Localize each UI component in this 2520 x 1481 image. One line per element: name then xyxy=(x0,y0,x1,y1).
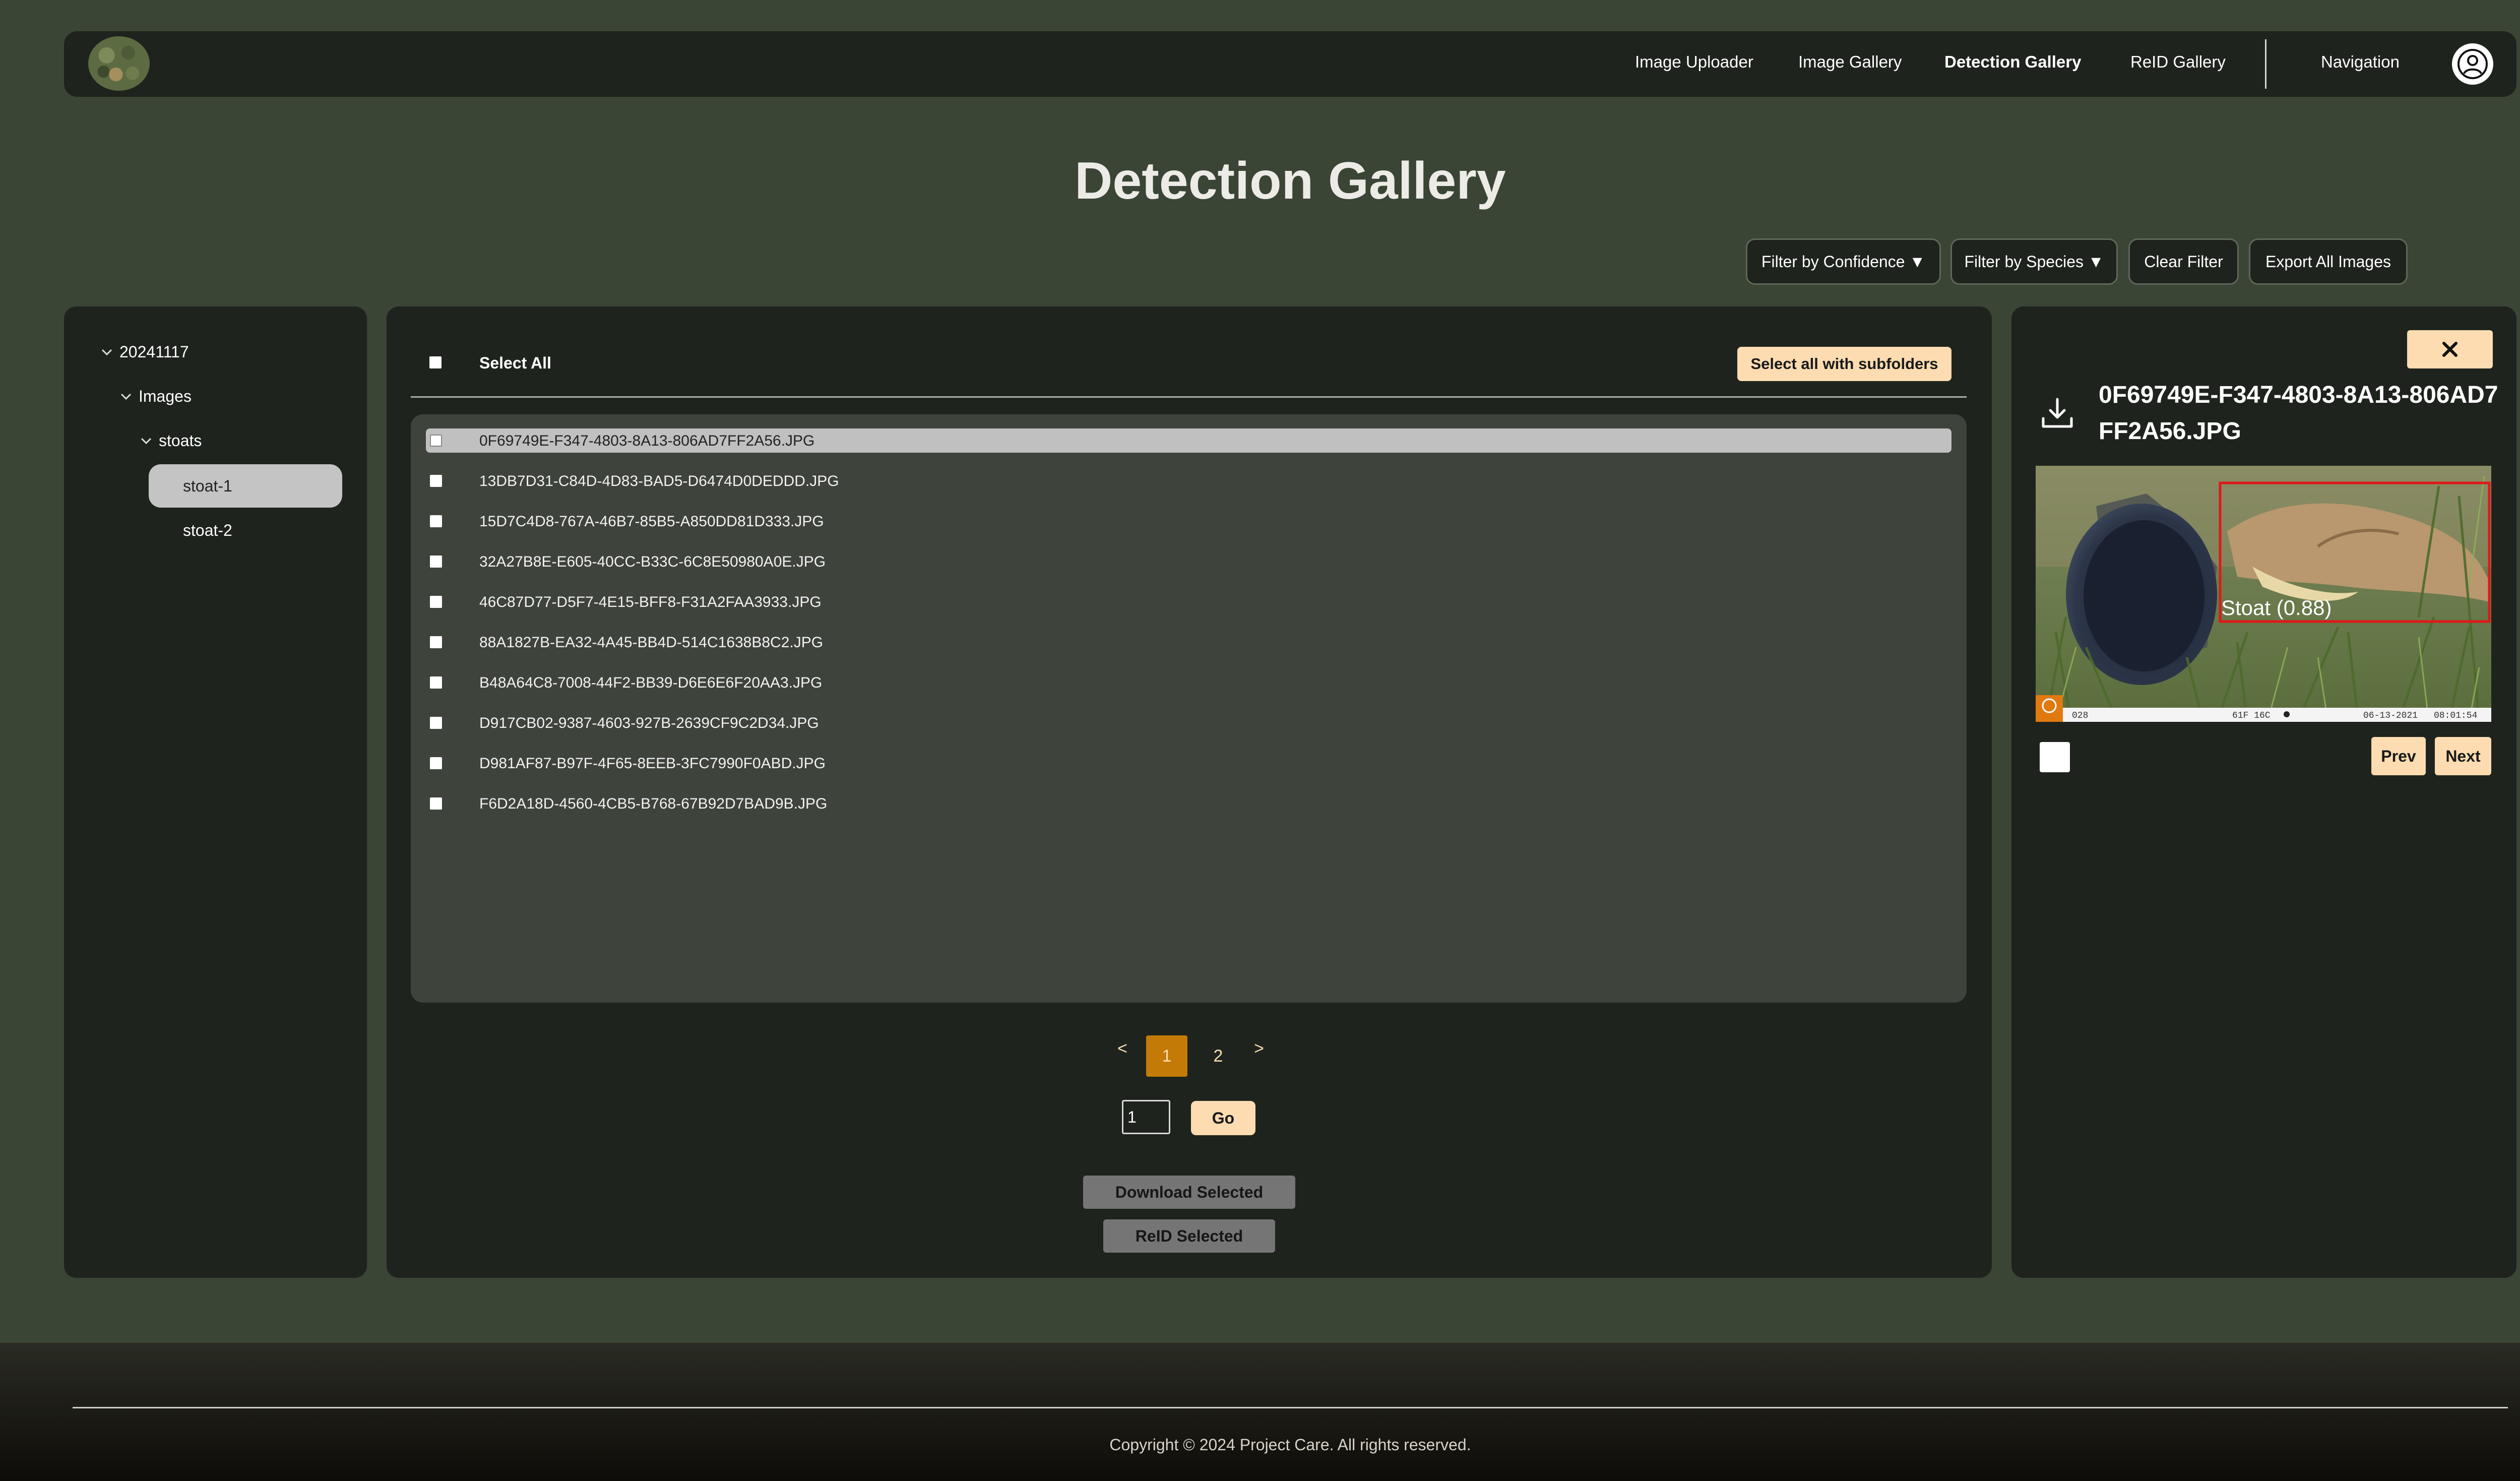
file-checkbox[interactable] xyxy=(430,676,442,689)
file-checkbox[interactable] xyxy=(430,515,442,527)
clear-filter-button[interactable]: Clear Filter xyxy=(2128,238,2239,285)
page-title: Detection Gallery xyxy=(1075,152,1506,210)
top-navbar: Image Uploader Image Gallery Detection G… xyxy=(64,31,2516,97)
image-select-checkbox[interactable] xyxy=(2040,742,2070,772)
detection-label: Stoat (0.88) xyxy=(2221,596,2332,620)
file-name: 0F69749E-F347-4803-8A13-806AD7FF2A56.JPG xyxy=(479,433,815,449)
next-button[interactable]: Next xyxy=(2435,737,2491,775)
tree-node-root[interactable]: 20241117 xyxy=(99,343,189,361)
file-name: 13DB7D31-C84D-4D83-BAD5-D6474D0DEDDD.JPG xyxy=(479,473,839,489)
detail-filename: 0F69749E-F347-4803-8A13-806AD7FF2A56.JPG xyxy=(2099,382,2498,445)
filter-confidence-button[interactable]: Filter by Confidence ▼ xyxy=(1746,238,1941,285)
nav-divider xyxy=(2265,39,2266,89)
tree-node-label: Images xyxy=(139,387,192,405)
file-checkbox[interactable] xyxy=(430,717,442,729)
list-item[interactable]: 15D7C4D8-767A-46B7-85B5-A850DD81D333.JPG xyxy=(426,509,1951,533)
pager-page-1[interactable]: 1 xyxy=(1146,1035,1187,1077)
nav-links: Image Uploader Image Gallery Detection G… xyxy=(64,31,2516,97)
list-item[interactable]: 32A27B8E-E605-40CC-B33C-6C8E50980A0E.JPG xyxy=(426,549,1951,574)
page-number-input[interactable] xyxy=(1122,1100,1170,1134)
list-item[interactable]: 46C87D77-D5F7-4E15-BFF8-F31A2FAA3933.JPG xyxy=(426,590,1951,614)
nav-image-gallery[interactable]: Image Gallery xyxy=(1798,52,1902,72)
file-name: 15D7C4D8-767A-46B7-85B5-A850DD81D333.JPG xyxy=(479,513,824,530)
detection-image[interactable]: Stoat (0.88) 028 61F 16C 06-13-2021 08:0… xyxy=(2036,466,2491,722)
nav-image-uploader[interactable]: Image Uploader xyxy=(1635,52,1753,72)
file-list: 0F69749E-F347-4803-8A13-806AD7FF2A56.JPG… xyxy=(411,414,1967,1003)
footer: Copyright © 2024 Project Care. All right… xyxy=(0,1343,2520,1481)
file-name: D981AF87-B97F-4F65-8EEB-3FC7990F0ABD.JPG xyxy=(479,755,826,772)
copyright-text: Copyright © 2024 Project Care. All right… xyxy=(1109,1436,1471,1454)
tree-node-label: 20241117 xyxy=(119,343,189,361)
tree-node-images[interactable]: Images xyxy=(118,387,192,406)
folder-tree: 20241117 Images stoats stoat-1 stoat-2 xyxy=(64,306,367,1278)
list-item[interactable]: 0F69749E-F347-4803-8A13-806AD7FF2A56.JPG xyxy=(426,428,1951,453)
chevron-down-icon xyxy=(141,438,152,444)
file-checkbox[interactable] xyxy=(430,797,442,810)
select-all-checkbox[interactable] xyxy=(429,356,442,368)
filter-species-button[interactable]: Filter by Species ▼ xyxy=(1950,238,2118,285)
pager-next-button[interactable]: > xyxy=(1249,1033,1269,1064)
camera-time: 08:01:54 xyxy=(2434,711,2477,721)
file-checkbox[interactable] xyxy=(430,596,442,608)
file-name: B48A64C8-7008-44F2-BB39-D6E6E6F20AA3.JPG xyxy=(479,674,823,691)
camera-temp: 61F 16C xyxy=(2232,711,2271,721)
user-icon[interactable] xyxy=(2452,43,2493,85)
camera-id: 028 xyxy=(2072,711,2088,721)
tree-node-stoats[interactable]: stoats xyxy=(139,431,202,450)
pager-page-2[interactable]: 2 xyxy=(1203,1035,1233,1077)
nav-reid-gallery[interactable]: ReID Gallery xyxy=(2130,52,2226,72)
tree-leaf-stoat-1[interactable]: stoat-1 xyxy=(149,464,342,508)
file-checkbox[interactable] xyxy=(430,435,442,447)
tree-leaf-stoat-2[interactable]: stoat-2 xyxy=(149,509,342,552)
nav-navigation[interactable]: Navigation xyxy=(2321,52,2400,72)
image-detail-panel: 0F69749E-F347-4803-8A13-806AD7FF2A56.JPG xyxy=(2011,306,2516,1278)
file-name: 88A1827B-EA32-4A45-BB4D-514C1638B8C2.JPG xyxy=(479,634,824,651)
detection-photo: Stoat (0.88) 028 61F 16C 06-13-2021 08:0… xyxy=(2036,466,2491,722)
file-checkbox[interactable] xyxy=(430,636,442,648)
list-item[interactable]: 13DB7D31-C84D-4D83-BAD5-D6474D0DEDDD.JPG xyxy=(426,469,1951,493)
download-icon[interactable] xyxy=(2039,395,2075,431)
list-item[interactable]: D917CB02-9387-4603-927B-2639CF9C2D34.JPG xyxy=(426,711,1951,735)
chevron-down-icon xyxy=(120,393,132,400)
footer-divider xyxy=(73,1407,2508,1408)
select-subfolders-button[interactable]: Select all with subfolders xyxy=(1737,347,1951,381)
file-name: F6D2A18D-4560-4CB5-B768-67B92D7BAD9B.JPG xyxy=(479,795,828,812)
select-all-label: Select All xyxy=(479,354,551,372)
camera-date: 06-13-2021 xyxy=(2363,711,2418,721)
export-all-button[interactable]: Export All Images xyxy=(2249,238,2408,285)
download-selected-button[interactable]: Download Selected xyxy=(1083,1176,1295,1209)
file-name: D917CB02-9387-4603-927B-2639CF9C2D34.JPG xyxy=(479,715,819,731)
list-item[interactable]: D981AF87-B97F-4F65-8EEB-3FC7990F0ABD.JPG xyxy=(426,751,1951,775)
file-name: 46C87D77-D5F7-4E15-BFF8-F31A2FAA3933.JPG xyxy=(479,594,822,610)
close-icon xyxy=(2442,342,2458,357)
list-item[interactable]: 88A1827B-EA32-4A45-BB4D-514C1638B8C2.JPG xyxy=(426,630,1951,654)
reid-selected-button[interactable]: ReID Selected xyxy=(1103,1219,1275,1253)
pager-prev-button[interactable]: < xyxy=(1112,1033,1132,1064)
list-item[interactable]: B48A64C8-7008-44F2-BB39-D6E6E6F20AA3.JPG xyxy=(426,670,1951,695)
file-list-panel: Select All Select all with subfolders 0F… xyxy=(387,306,1992,1278)
divider xyxy=(411,396,1967,398)
go-button[interactable]: Go xyxy=(1191,1101,1255,1135)
file-checkbox[interactable] xyxy=(430,475,442,487)
chevron-down-icon xyxy=(101,349,112,355)
file-checkbox[interactable] xyxy=(430,556,442,568)
tree-node-label: stoats xyxy=(159,431,202,450)
list-item[interactable]: F6D2A18D-4560-4CB5-B768-67B92D7BAD9B.JPG xyxy=(426,791,1951,816)
file-checkbox[interactable] xyxy=(430,757,442,769)
close-button[interactable] xyxy=(2407,330,2493,368)
moon-phase-icon xyxy=(2284,711,2290,717)
prev-button[interactable]: Prev xyxy=(2371,737,2426,775)
file-name: 32A27B8E-E605-40CC-B33C-6C8E50980A0E.JPG xyxy=(479,553,826,570)
nav-detection-gallery[interactable]: Detection Gallery xyxy=(1944,52,2081,72)
